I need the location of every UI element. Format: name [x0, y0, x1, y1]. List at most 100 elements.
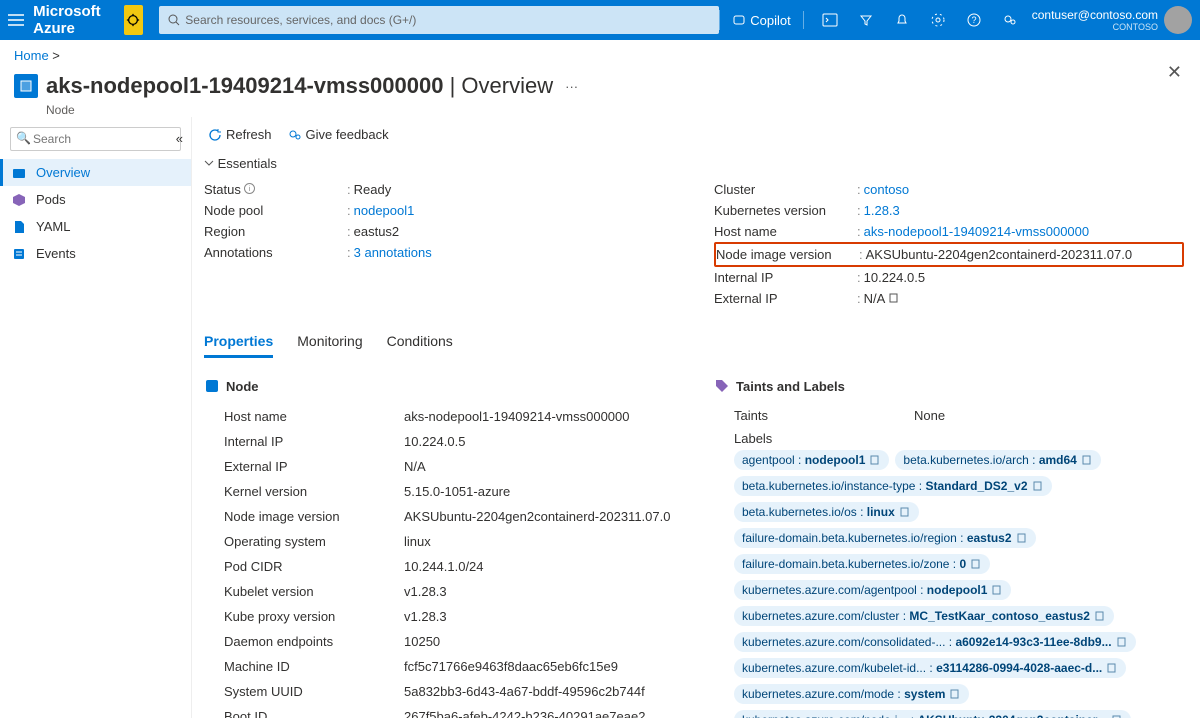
- cloud-shell-icon[interactable]: [820, 10, 840, 30]
- essentials-value: 10.224.0.5: [864, 270, 925, 285]
- resource-type: Node: [0, 103, 1200, 117]
- label-chip[interactable]: kubernetes.azure.com/kubelet-id... : e31…: [734, 658, 1126, 678]
- copy-icon[interactable]: [1111, 714, 1123, 718]
- copy-icon[interactable]: [899, 506, 911, 518]
- essentials-value[interactable]: nodepool1: [354, 203, 415, 218]
- node-section-header: Node: [204, 378, 674, 394]
- user-email: contuser@contoso.com: [1032, 8, 1158, 22]
- essentials-label: Cluster: [714, 182, 854, 197]
- essentials-label: Node image version: [716, 247, 856, 262]
- main-content: Refresh Give feedback Essentials Status …: [192, 117, 1200, 718]
- more-button[interactable]: ···: [553, 79, 578, 94]
- sidebar-item-yaml[interactable]: YAML: [0, 213, 191, 240]
- tab-monitoring[interactable]: Monitoring: [297, 333, 362, 358]
- avatar: [1164, 6, 1192, 34]
- property-row: Node image versionAKSUbuntu-2204gen2cont…: [204, 504, 674, 529]
- brand[interactable]: Microsoft Azure: [29, 3, 123, 37]
- property-row: Kernel version5.15.0-1051-azure: [204, 479, 674, 504]
- global-search[interactable]: [159, 6, 719, 34]
- global-search-input[interactable]: [181, 9, 711, 31]
- property-label: Kubelet version: [224, 584, 404, 599]
- taints-section-header: Taints and Labels: [714, 378, 1184, 394]
- copilot-button[interactable]: Copilot: [719, 10, 803, 30]
- property-row: Boot ID267f5ba6-afeb-4242-b236-40291ae7e…: [204, 704, 674, 718]
- property-label: Operating system: [224, 534, 404, 549]
- essentials-label: Internal IP: [714, 270, 854, 285]
- essentials-row: Node image version:AKSUbuntu-2204gen2con…: [714, 242, 1184, 267]
- label-chip[interactable]: kubernetes.azure.com/mode : system: [734, 684, 969, 704]
- property-row: System UUID5a832bb3-6d43-4a67-bddf-49596…: [204, 679, 674, 704]
- sidebar-item-events[interactable]: Events: [0, 240, 191, 267]
- menu-icon[interactable]: [8, 14, 29, 26]
- search-icon: [167, 13, 181, 27]
- essentials-value[interactable]: contoso: [864, 182, 910, 197]
- expand-sidebar-icon[interactable]: «: [155, 131, 183, 146]
- user-tenant: CONTOSO: [1032, 22, 1158, 32]
- tab-conditions[interactable]: Conditions: [387, 333, 453, 358]
- essentials-value[interactable]: aks-nodepool1-19409214-vmss000000: [864, 224, 1090, 239]
- sidebar-item-overview[interactable]: Overview: [0, 159, 191, 186]
- essentials-row: Kubernetes version:1.28.3: [714, 200, 1184, 221]
- copy-icon[interactable]: [1032, 480, 1044, 492]
- copy-icon[interactable]: [970, 558, 982, 570]
- label-chip[interactable]: kubernetes.azure.com/node-i... : AKSUbun…: [734, 710, 1131, 718]
- notifications-icon[interactable]: [892, 10, 912, 30]
- copy-icon[interactable]: [949, 688, 961, 700]
- copy-icon[interactable]: [869, 454, 881, 466]
- label-chip[interactable]: kubernetes.azure.com/agentpool : nodepoo…: [734, 580, 1011, 600]
- property-row: Operating systemlinux: [204, 529, 674, 554]
- property-value: 10.224.0.5: [404, 434, 465, 449]
- property-label: Machine ID: [224, 659, 404, 674]
- property-row: Machine IDfcf5c71766e9463f8daac65eb6fc15…: [204, 654, 674, 679]
- label-chip[interactable]: beta.kubernetes.io/instance-type : Stand…: [734, 476, 1052, 496]
- label-chip[interactable]: kubernetes.azure.com/consolidated-... : …: [734, 632, 1136, 652]
- breadcrumb-home[interactable]: Home: [14, 48, 49, 63]
- copy-icon[interactable]: [1094, 610, 1106, 622]
- refresh-button[interactable]: Refresh: [208, 127, 272, 142]
- copy-icon[interactable]: [1106, 662, 1118, 674]
- property-row: External IPN/A: [204, 454, 674, 479]
- labels-row: Labels: [714, 427, 1184, 450]
- close-button[interactable]: ✕: [1167, 62, 1182, 83]
- label-chip[interactable]: agentpool : nodepool1: [734, 450, 889, 470]
- feedback-button[interactable]: Give feedback: [288, 127, 389, 142]
- pods-icon: [12, 193, 28, 207]
- help-icon[interactable]: ?: [964, 10, 984, 30]
- label-chip[interactable]: beta.kubernetes.io/arch : amd64: [895, 450, 1100, 470]
- essentials-value[interactable]: 1.28.3: [864, 203, 900, 218]
- property-label: Kernel version: [224, 484, 404, 499]
- property-value: 10.244.1.0/24: [404, 559, 484, 574]
- command-bar: Refresh Give feedback: [204, 117, 1184, 152]
- essentials-value[interactable]: 3 annotations: [354, 245, 432, 260]
- tag-icon: [714, 378, 730, 394]
- page-title: aks-nodepool1-19409214-vmss000000: [46, 73, 443, 98]
- feedback-icon[interactable]: [1000, 10, 1020, 30]
- copy-icon[interactable]: [1116, 636, 1128, 648]
- property-value: v1.28.3: [404, 584, 447, 599]
- filter-icon[interactable]: [856, 10, 876, 30]
- label-chip[interactable]: failure-domain.beta.kubernetes.io/zone :…: [734, 554, 990, 574]
- label-chip[interactable]: beta.kubernetes.io/os : linux: [734, 502, 919, 522]
- copy-icon[interactable]: [1081, 454, 1093, 466]
- settings-icon[interactable]: [928, 10, 948, 30]
- essentials-label: Annotations: [204, 245, 344, 260]
- user-menu[interactable]: contuser@contoso.com CONTOSO: [1020, 6, 1192, 34]
- label-chip[interactable]: failure-domain.beta.kubernetes.io/region…: [734, 528, 1036, 548]
- svg-text:?: ?: [971, 15, 976, 25]
- essentials-label: External IP: [714, 291, 854, 306]
- property-value: AKSUbuntu-2204gen2containerd-202311.07.0: [404, 509, 670, 524]
- property-value: linux: [404, 534, 431, 549]
- maintenance-icon[interactable]: [124, 5, 144, 35]
- property-row: Internal IP10.224.0.5: [204, 429, 674, 454]
- tab-properties[interactable]: Properties: [204, 333, 273, 358]
- copy-icon[interactable]: [991, 584, 1003, 596]
- sidebar-item-pods[interactable]: Pods: [0, 186, 191, 213]
- essentials-value: Ready: [354, 182, 392, 197]
- essentials-toggle[interactable]: Essentials: [204, 152, 1184, 179]
- property-row: Kube proxy versionv1.28.3: [204, 604, 674, 629]
- property-value: 10250: [404, 634, 440, 649]
- essentials-row: External IP:N/A: [714, 288, 1184, 309]
- copy-icon[interactable]: [1016, 532, 1028, 544]
- essentials-label: Region: [204, 224, 344, 239]
- label-chip[interactable]: kubernetes.azure.com/cluster : MC_TestKa…: [734, 606, 1114, 626]
